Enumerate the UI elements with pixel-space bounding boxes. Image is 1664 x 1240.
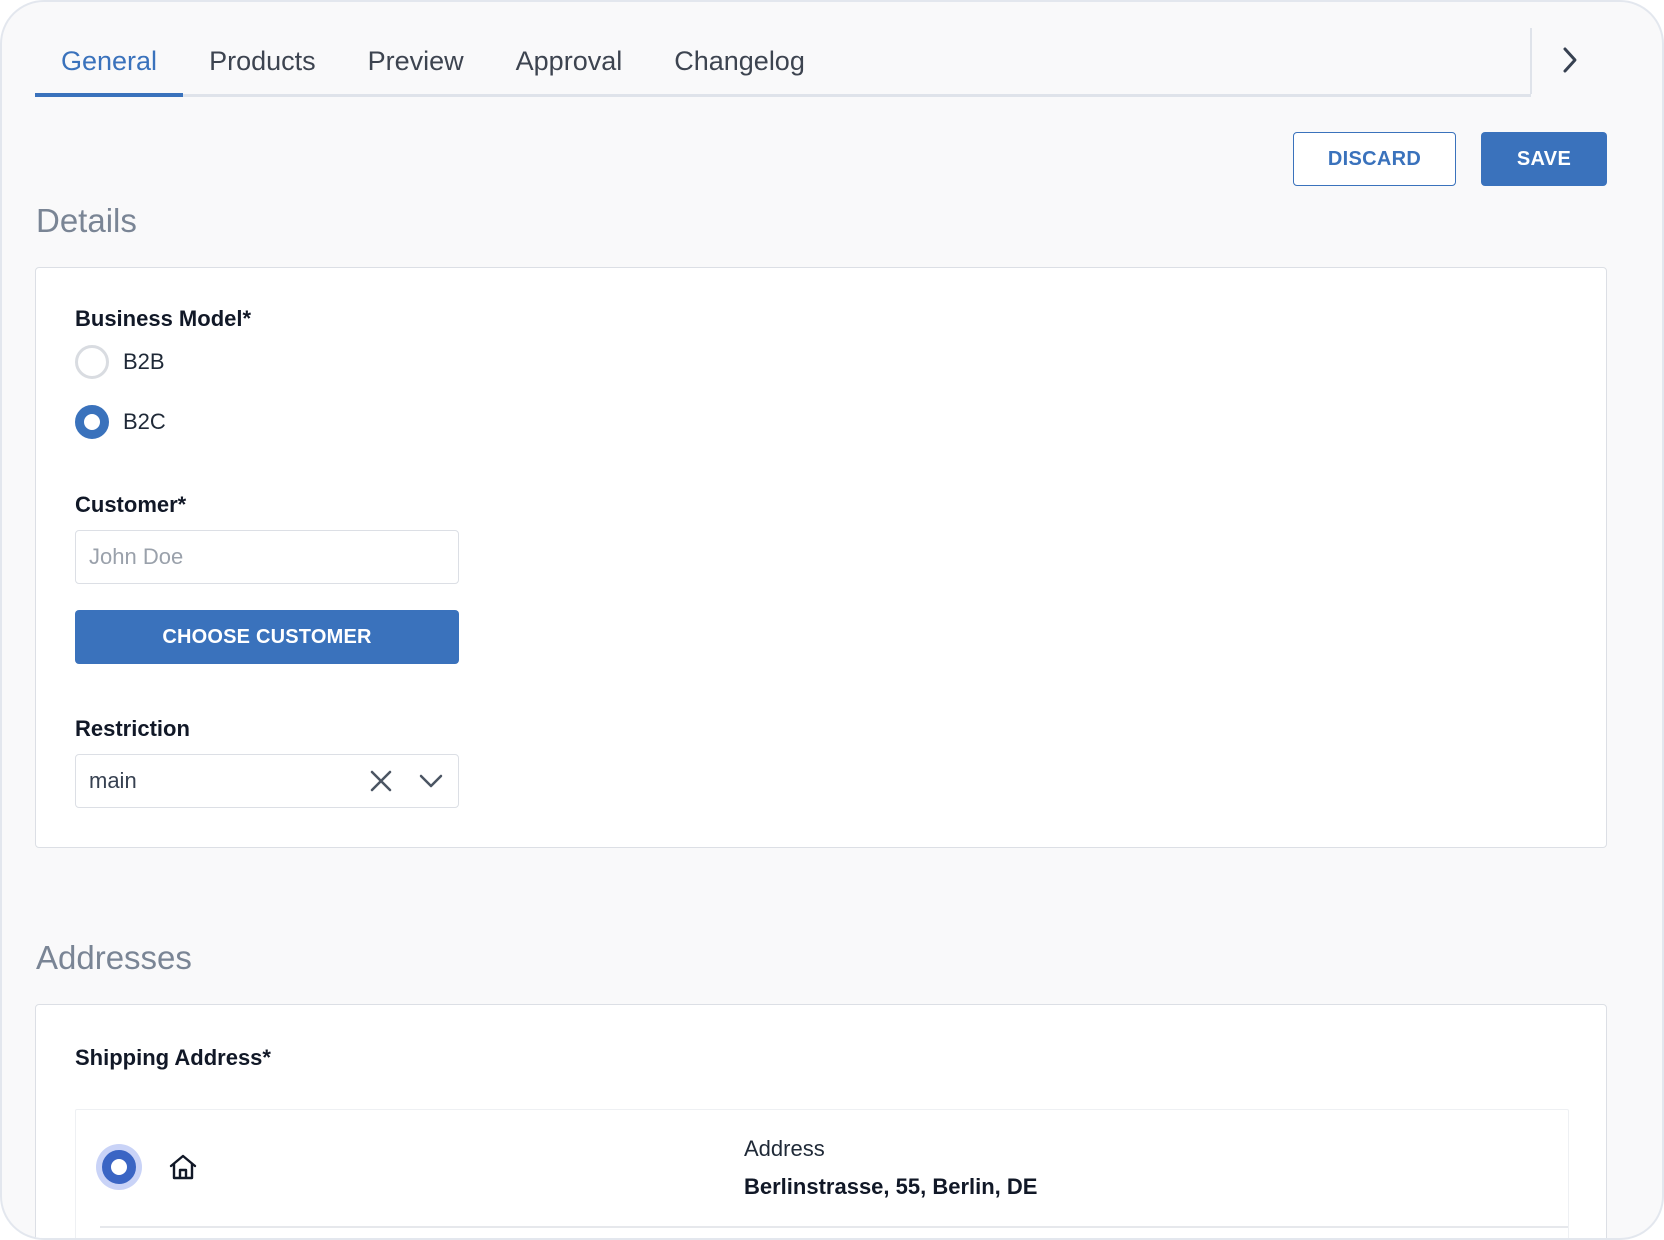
divider	[100, 1226, 1568, 1228]
radio-button[interactable]	[75, 345, 109, 379]
radio-label-b2c: B2C	[123, 409, 166, 434]
address-radio-selected[interactable]	[96, 1144, 142, 1190]
tab-products[interactable]: Products	[183, 28, 342, 94]
save-button[interactable]: SAVE	[1481, 132, 1607, 186]
radio-label-b2b: B2B	[123, 349, 165, 374]
radio-b2c[interactable]: B2C	[75, 405, 166, 439]
restriction-label: Restriction	[75, 716, 190, 741]
tabs-scroll-right-button[interactable]	[1550, 36, 1590, 84]
discard-button[interactable]: DISCARD	[1293, 132, 1456, 186]
clear-icon[interactable]	[368, 768, 394, 794]
tab-separator	[1530, 28, 1532, 94]
choose-customer-button[interactable]: CHOOSE CUSTOMER	[75, 610, 459, 664]
tab-general[interactable]: General	[35, 28, 184, 97]
tab-bar: General Products Preview Approval Change…	[35, 28, 1531, 97]
chevron-right-icon	[1563, 47, 1577, 73]
tab-preview[interactable]: Preview	[342, 28, 490, 94]
radio-b2b[interactable]: B2B	[75, 345, 165, 379]
restriction-value: main	[89, 768, 137, 793]
app-frame: General Products Preview Approval Change…	[0, 0, 1664, 1240]
restriction-select[interactable]: main	[75, 754, 459, 808]
tab-approval[interactable]: Approval	[490, 28, 649, 94]
customer-input[interactable]: John Doe	[75, 530, 459, 584]
details-section-title: Details	[36, 202, 137, 239]
customer-label: Customer*	[75, 492, 187, 517]
business-model-label: Business Model*	[75, 306, 252, 331]
addresses-section-title: Addresses	[36, 939, 192, 976]
address-list-item[interactable]: Address Berlinstrasse, 55, Berlin, DE	[75, 1109, 1569, 1238]
shipping-address-label: Shipping Address*	[75, 1045, 271, 1070]
address-value: Berlinstrasse, 55, Berlin, DE	[744, 1174, 1038, 1199]
address-caption: Address	[744, 1136, 825, 1161]
radio-button-selected[interactable]	[75, 405, 109, 439]
tab-changelog[interactable]: Changelog	[648, 28, 831, 94]
addresses-card: Shipping Address* Address Berlinstrasse,…	[35, 1004, 1607, 1238]
details-card: Business Model* B2B B2C Customer* John D…	[35, 267, 1607, 848]
chevron-down-icon[interactable]	[418, 771, 444, 791]
home-icon	[168, 1152, 198, 1187]
